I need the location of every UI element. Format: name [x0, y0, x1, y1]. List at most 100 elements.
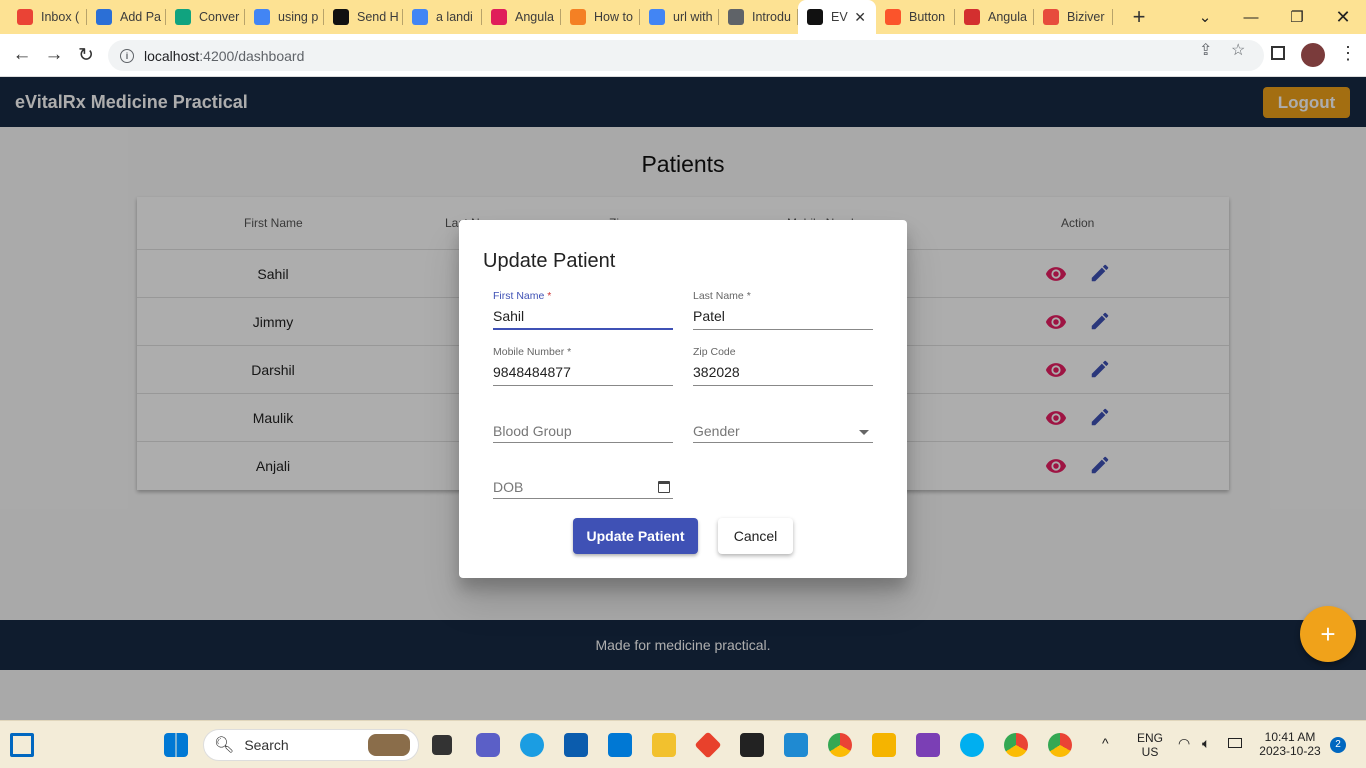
app-icon[interactable]: [872, 733, 896, 757]
notification-badge[interactable]: 2: [1330, 737, 1346, 753]
teams-chat-icon[interactable]: [476, 733, 500, 757]
browser-tab[interactable]: Button: [876, 0, 955, 34]
url-text: localhost:4200/dashboard: [144, 47, 305, 64]
clock-date: 2023-10-23: [1259, 744, 1321, 758]
microsoft-store-icon[interactable]: [564, 733, 588, 757]
google-icon: [412, 9, 428, 25]
malwarebytes-icon: [96, 9, 112, 25]
maximize-button[interactable]: ❐: [1274, 0, 1320, 34]
browser-tab[interactable]: url with: [640, 0, 719, 34]
side-panel-icon[interactable]: [1271, 46, 1285, 60]
slack-icon: [491, 9, 507, 25]
add-patient-fab[interactable]: +: [1300, 606, 1356, 662]
chatgpt-icon: [175, 9, 191, 25]
git-icon[interactable]: [694, 731, 722, 759]
edge-icon[interactable]: [520, 733, 544, 757]
browser-menu-icon[interactable]: ⋮: [1339, 43, 1357, 64]
browser-tab[interactable]: Send H: [324, 0, 403, 34]
tab-label: Biziver: [1067, 10, 1105, 24]
medium-icon: [333, 9, 349, 25]
last-name-field[interactable]: Last Name * Patel: [693, 290, 873, 330]
tab-label: Button: [909, 10, 946, 24]
zip-code-label: Zip Code: [693, 346, 736, 358]
browser-tab[interactable]: Inbox (: [8, 0, 87, 34]
last-name-label: Last Name *: [693, 290, 751, 302]
blood-group-field[interactable]: Blood Group: [493, 403, 673, 443]
file-explorer-icon[interactable]: [652, 733, 676, 757]
gender-select[interactable]: Gender: [693, 403, 873, 443]
first-name-field[interactable]: First Name * Sahil: [493, 290, 673, 330]
close-window-button[interactable]: ✕: [1320, 0, 1366, 34]
angular-icon: [807, 9, 823, 25]
brave-icon: [885, 9, 901, 25]
mail-icon[interactable]: [608, 733, 632, 757]
forward-arrow-icon[interactable]: →: [41, 42, 67, 68]
skype-icon[interactable]: [960, 733, 984, 757]
back-arrow-icon[interactable]: ←: [9, 42, 35, 68]
region-code: US: [1141, 745, 1159, 759]
tab-label: Introdu: [752, 10, 791, 24]
tab-label: Inbox (: [41, 10, 80, 24]
task-view-icon[interactable]: [432, 735, 452, 755]
tab-label: Angula: [988, 10, 1027, 24]
wifi-icon[interactable]: ◠: [1178, 735, 1190, 752]
tab-separator: [1112, 9, 1113, 25]
bookmark-star-icon[interactable]: ☆: [1231, 40, 1245, 60]
address-bar[interactable]: i localhost:4200/dashboard: [108, 40, 1264, 71]
clock[interactable]: 10:41 AM 2023-10-23: [1256, 730, 1324, 758]
zip-code-input[interactable]: 382028: [693, 364, 740, 380]
browser-tab[interactable]: Introdu: [719, 0, 798, 34]
web-page: eVitalRx Medicine Practical Logout Patie…: [0, 77, 1366, 720]
vscode-icon[interactable]: [784, 733, 808, 757]
volume-icon[interactable]: 🔈︎: [1202, 735, 1210, 752]
last-name-input[interactable]: Patel: [693, 308, 725, 324]
browser-tab[interactable]: Biziver: [1034, 0, 1113, 34]
browser-tab[interactable]: using p: [245, 0, 324, 34]
battery-icon[interactable]: [1228, 738, 1242, 748]
update-patient-button[interactable]: Update Patient: [573, 518, 698, 554]
language-indicator[interactable]: ENG US: [1134, 731, 1166, 759]
chrome-icon[interactable]: [828, 733, 852, 757]
tab-search-icon[interactable]: ⌄: [1182, 0, 1228, 34]
profile-avatar[interactable]: [1301, 43, 1325, 67]
tab-label: url with: [673, 10, 713, 24]
new-tab-button[interactable]: +: [1119, 4, 1159, 30]
widgets-icon[interactable]: [10, 733, 34, 757]
cancel-button[interactable]: Cancel: [718, 518, 793, 554]
browser-tab[interactable]: Conver: [166, 0, 245, 34]
share-icon[interactable]: ⇪: [1199, 40, 1212, 60]
browser-tab[interactable]: Angula: [955, 0, 1034, 34]
reload-icon[interactable]: ↻: [73, 42, 99, 68]
browser-tab[interactable]: Add Pa: [87, 0, 166, 34]
windows-taskbar: 🔍︎ Search ^ ENG US ◠ 🔈︎ 10:41 AM 2023-10…: [0, 720, 1366, 768]
zip-code-field[interactable]: Zip Code 382028: [693, 346, 873, 386]
browser-tab[interactable]: How to: [561, 0, 640, 34]
dropdown-arrow-icon: [859, 430, 869, 435]
gender-placeholder: Gender: [693, 423, 740, 439]
terminal-icon[interactable]: [740, 733, 764, 757]
mobile-number-input[interactable]: 9848484877: [493, 364, 571, 380]
browser-tab[interactable]: a landi: [403, 0, 482, 34]
mobile-number-label: Mobile Number *: [493, 346, 572, 358]
calendar-icon[interactable]: [658, 481, 670, 493]
chevron-up-icon[interactable]: ^: [1102, 735, 1109, 751]
tab-label: a landi: [436, 10, 473, 24]
dob-field[interactable]: DOB: [493, 459, 673, 499]
taskbar-search-box[interactable]: 🔍︎ Search: [203, 729, 419, 761]
update-patient-dialog: Update Patient First Name * Sahil Last N…: [459, 220, 907, 578]
mobile-number-field[interactable]: Mobile Number * 9848484877: [493, 346, 673, 386]
windows-start-icon[interactable]: [164, 733, 188, 757]
first-name-input[interactable]: Sahil: [493, 308, 524, 324]
chrome-profile-2-icon[interactable]: [1048, 733, 1072, 757]
tab-label: using p: [278, 10, 319, 24]
site-info-icon[interactable]: i: [120, 48, 134, 63]
tab-label: Conver: [199, 10, 240, 24]
visual-studio-preview-icon[interactable]: [916, 733, 940, 757]
dialog-title: Update Patient: [483, 250, 616, 272]
chrome-profile-icon[interactable]: [1004, 733, 1028, 757]
close-tab-icon[interactable]: ✕: [854, 9, 866, 26]
browser-tab[interactable]: EV ✕: [798, 0, 876, 34]
browser-tab-strip: Inbox ( Add Pa Conver using p Send H a landi A…: [0, 0, 1366, 34]
minimize-button[interactable]: —: [1228, 0, 1274, 34]
browser-tab[interactable]: Angula: [482, 0, 561, 34]
